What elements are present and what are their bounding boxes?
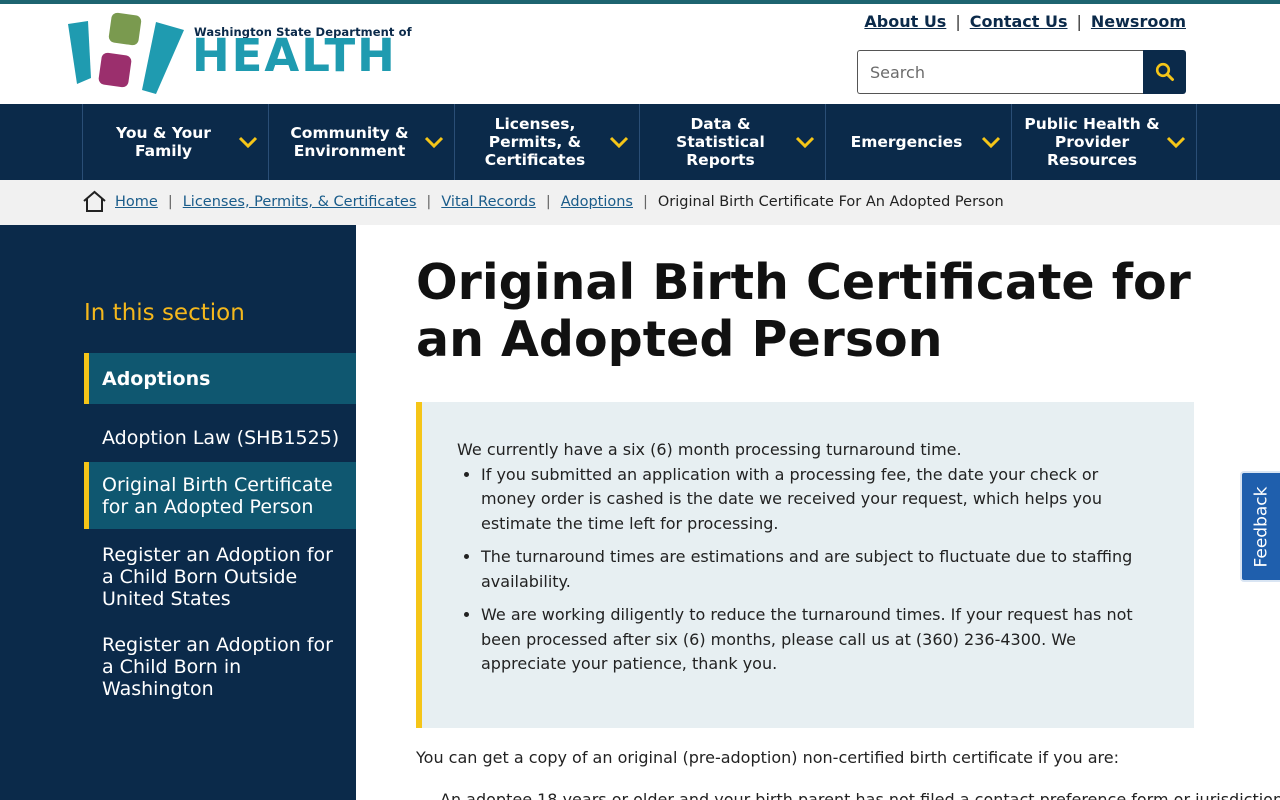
nav-item-label: Public Health & Provider Resources: [1024, 115, 1160, 169]
sidebar-item-adoption-law[interactable]: Adoption Law (SHB1525): [84, 422, 356, 454]
sidebar-item-label: Original Birth Certificate for an Adopte…: [102, 473, 333, 518]
nav-item-label: Licenses, Permits, & Certificates: [484, 115, 586, 169]
home-icon: [82, 190, 107, 213]
doh-logo[interactable]: Washington State Department of HEALTH: [66, 12, 412, 98]
feedback-label: Feedback: [1251, 486, 1271, 567]
sidebar-item-register-washington[interactable]: Register an Adoption for a Child Born in…: [84, 631, 356, 703]
nav-item-label: Community & Environment: [290, 124, 409, 160]
chevron-down-icon: [234, 136, 268, 148]
sidebar-item-label: Adoptions: [102, 367, 211, 390]
search-button[interactable]: [1143, 50, 1186, 94]
search-form: [857, 50, 1186, 94]
notice-item: The turnaround times are estimations and…: [481, 545, 1158, 594]
feedback-tab[interactable]: Feedback: [1240, 471, 1280, 582]
nav-item-you-and-your-family[interactable]: You & Your Family: [82, 104, 268, 180]
page-title: Original Birth Certificate for an Adopte…: [416, 254, 1191, 368]
utility-links: About Us | Contact Us | Newsroom: [864, 12, 1186, 31]
notice-intro: We currently have a six (6) month proces…: [457, 440, 962, 459]
chevron-down-icon: [977, 136, 1011, 148]
sidebar-heading: In this section: [84, 300, 245, 326]
eligibility-intro: You can get a copy of an original (pre-a…: [416, 748, 1119, 767]
sidebar-item-label: Adoption Law (SHB1525): [102, 427, 340, 449]
chevron-down-icon: [420, 136, 454, 148]
nav-item-public-health-resources[interactable]: Public Health & Provider Resources: [1011, 104, 1197, 180]
breadcrumb: Home | Licenses, Permits, & Certificates…: [0, 180, 1280, 225]
chevron-down-icon: [1162, 136, 1196, 148]
nav-item-data-reports[interactable]: Data & Statistical Reports: [639, 104, 825, 180]
sidebar-item-label: Register an Adoption for a Child Born in…: [102, 634, 333, 700]
contact-us-link[interactable]: Contact Us: [970, 12, 1068, 31]
nav-item-label: Emergencies: [850, 133, 963, 151]
about-us-link[interactable]: About Us: [864, 12, 946, 31]
processing-notice: We currently have a six (6) month proces…: [416, 402, 1194, 728]
nav-item-community-environment[interactable]: Community & Environment: [268, 104, 454, 180]
breadcrumb-vital-records-link[interactable]: Vital Records: [441, 194, 536, 210]
nav-item-label: Data & Statistical Reports: [676, 115, 765, 169]
sidebar-item-original-birth-certificate[interactable]: Original Birth Certificate for an Adopte…: [84, 462, 356, 529]
search-icon: [1155, 62, 1174, 81]
breadcrumb-adoptions-link[interactable]: Adoptions: [561, 194, 633, 210]
breadcrumb-current: Original Birth Certificate For An Adopte…: [657, 193, 1004, 210]
nav-item-licenses-permits[interactable]: Licenses, Permits, & Certificates: [454, 104, 639, 180]
breadcrumb-home-link[interactable]: Home: [115, 194, 158, 210]
notice-item: We are working diligently to reduce the …: [481, 603, 1158, 677]
nav-item-emergencies[interactable]: Emergencies: [825, 104, 1011, 180]
search-input[interactable]: [857, 50, 1143, 94]
breadcrumb-licenses-link[interactable]: Licenses, Permits, & Certificates: [183, 194, 417, 210]
chevron-down-icon: [605, 136, 639, 148]
main-nav: You & Your Family Community & Environmen…: [0, 104, 1280, 180]
chevron-down-icon: [791, 136, 825, 148]
sidebar-item-register-outside-us[interactable]: Register an Adoption for a Child Born Ou…: [84, 541, 356, 613]
sidebar-item-adoptions[interactable]: Adoptions: [84, 353, 356, 404]
logo-mark-icon: [68, 12, 184, 94]
logo-health-text: HEALTH: [192, 29, 397, 82]
section-sidebar: In this section Adoptions Adoption Law (…: [0, 225, 356, 800]
notice-item: If you submitted an application with a p…: [481, 463, 1158, 537]
notice-list: If you submitted an application with a p…: [481, 463, 1158, 677]
site-header: Washington State Department of HEALTH Ab…: [0, 4, 1280, 104]
eligibility-item: An adoptee 18 years or older and your bi…: [440, 790, 1280, 800]
sidebar-item-label: Register an Adoption for a Child Born Ou…: [102, 544, 333, 610]
nav-item-label: You & Your Family: [116, 124, 211, 160]
newsroom-link[interactable]: Newsroom: [1091, 12, 1186, 31]
